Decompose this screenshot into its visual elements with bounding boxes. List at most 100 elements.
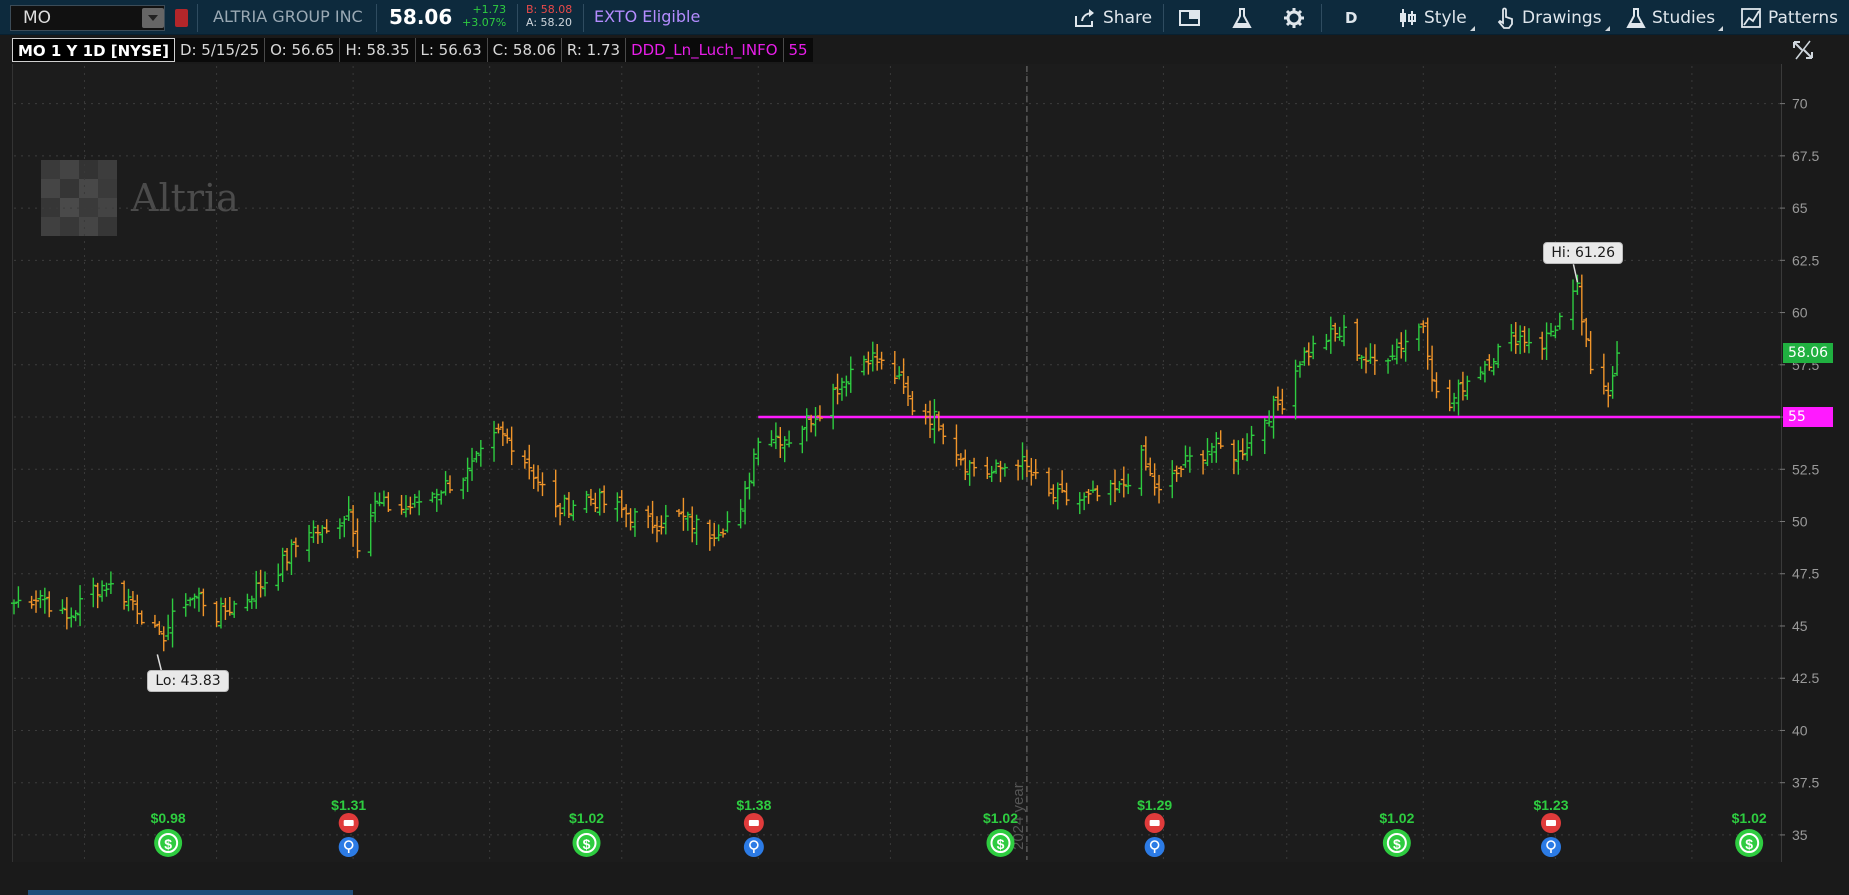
price-bar [129, 591, 136, 611]
earnings-label: $1.23 [1533, 797, 1568, 813]
y-tick-label: 50 [1792, 514, 1808, 530]
phone-glyph [748, 820, 759, 826]
price-bar [539, 472, 546, 497]
price-bar [213, 601, 220, 627]
price-bar [1059, 470, 1066, 493]
dividend-label: $0.98 [151, 810, 186, 826]
price-bar [1028, 457, 1035, 486]
price-bar [596, 488, 603, 516]
high-callout: Hi: 61.26 [1543, 242, 1624, 265]
price-bar [1354, 318, 1361, 361]
price-bar [724, 511, 731, 533]
price-bar [1089, 480, 1096, 493]
price-bar [623, 504, 630, 528]
price-bar [711, 522, 718, 547]
price-bar [649, 500, 656, 534]
price-bar [737, 499, 744, 529]
y-tick-label: 62.5 [1792, 252, 1819, 268]
y-tick-label: 42.5 [1792, 670, 1819, 686]
price-bar [94, 582, 101, 609]
earnings-label: $1.38 [736, 797, 771, 813]
price-bar [1600, 353, 1607, 395]
price-bar [1327, 316, 1334, 354]
dividend-label: $1.02 [983, 810, 1018, 826]
price-bar [411, 493, 418, 508]
price-bar [372, 492, 379, 523]
price-bar [1389, 344, 1396, 361]
price-bar [755, 437, 762, 466]
price-bar [1358, 355, 1365, 369]
price-bar [416, 490, 423, 516]
price-bar [107, 571, 114, 594]
price-bar [1138, 445, 1145, 496]
price-bar [1424, 317, 1431, 370]
price-bar [1279, 388, 1286, 415]
price-bar [680, 497, 687, 531]
price-bar [1230, 439, 1237, 475]
last-price-tag: 58.06 [1783, 343, 1833, 364]
price-bar [1539, 331, 1546, 360]
price-bar [865, 351, 872, 375]
price-bar [1609, 366, 1616, 399]
price-bar [874, 344, 881, 371]
price-bar [1371, 344, 1378, 375]
price-bar [1385, 358, 1392, 374]
price-bar [601, 485, 608, 513]
price-bar [1570, 279, 1577, 330]
price-bar [1200, 450, 1207, 475]
chart-window: MO ALTRIA GROUP INC 58.06 +1.73 +3.07% B… [0, 0, 1849, 895]
price-bar [182, 593, 189, 617]
dollar-glyph: $ [997, 836, 1005, 852]
price-bar [1054, 482, 1061, 510]
price-bar [1111, 469, 1118, 503]
price-bar [1310, 335, 1317, 360]
price-bar [1525, 328, 1532, 354]
scrollbar-thumb[interactable] [28, 890, 353, 895]
price-bar [15, 586, 22, 608]
price-bar [1182, 445, 1189, 468]
price-bar [1204, 438, 1211, 467]
y-tick-label: 37.5 [1792, 775, 1819, 791]
info-icon [1540, 837, 1561, 857]
price-bar [1178, 466, 1185, 478]
price-bar [570, 500, 577, 521]
price-bar [385, 492, 392, 513]
price-bar [592, 492, 599, 513]
chart-canvas: 3537.54042.54547.55052.55557.56062.56567… [11, 66, 1819, 887]
phone-glyph [343, 820, 354, 826]
price-bar [803, 408, 810, 442]
price-bar [746, 472, 753, 500]
price-bar [231, 600, 238, 618]
price-bar [495, 423, 502, 434]
price-bar [1116, 481, 1123, 494]
price-bar [768, 430, 775, 447]
y-tick-label: 47.5 [1792, 566, 1819, 582]
price-bar [341, 516, 348, 538]
price-bar [1094, 485, 1101, 502]
price-bar [931, 399, 938, 444]
price-bar [1486, 354, 1493, 371]
dollar-glyph: $ [164, 836, 172, 852]
y-tick-label: 65 [1792, 200, 1808, 216]
price-bar [1517, 325, 1524, 355]
price-bar [1402, 329, 1409, 362]
price-bar [376, 492, 383, 507]
price-bar [504, 428, 511, 444]
price-bar [645, 505, 652, 529]
price-bar [77, 585, 84, 627]
price-bar [253, 570, 260, 609]
earnings-label: $1.29 [1137, 797, 1172, 813]
price-bar [275, 563, 282, 591]
price-bar [1614, 341, 1621, 376]
dividend-label: $1.02 [1732, 810, 1767, 826]
price-bar [1015, 459, 1022, 481]
price-bar [345, 496, 352, 522]
price-bar [1274, 386, 1281, 411]
price-bar [279, 547, 286, 583]
price-bar [1451, 392, 1458, 412]
price-bar [1169, 460, 1176, 499]
price-bar [777, 427, 784, 458]
price-bar [953, 424, 960, 467]
price-bar [1464, 375, 1471, 400]
price-bar [653, 516, 660, 543]
